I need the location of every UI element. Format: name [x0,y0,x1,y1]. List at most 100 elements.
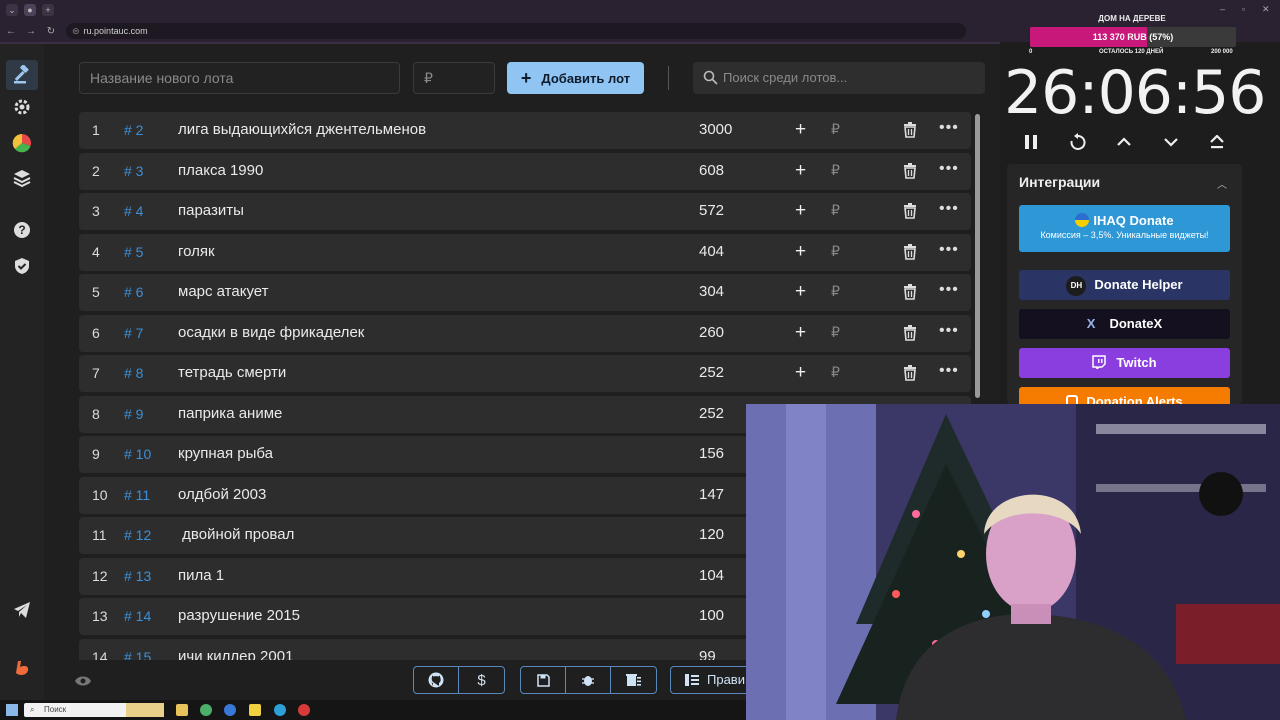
save-button[interactable] [521,667,566,693]
chrome-icon[interactable] [200,704,212,716]
back-arrow-icon[interactable]: ← [6,26,16,37]
browser-tab[interactable]: ● [24,4,36,16]
close-window-button[interactable]: ✕ [1262,4,1270,15]
lot-amount[interactable]: 404 [699,243,724,260]
lot-amount-input[interactable]: ₽ [413,62,495,94]
lot-name[interactable]: плакса 1990 [178,162,263,179]
lot-amount[interactable]: 572 [699,202,724,219]
new-tab-button[interactable]: + [42,4,54,16]
trash-icon[interactable] [903,284,917,300]
donatex-button[interactable]: X DonateX [1019,309,1230,339]
more-options-button[interactable]: ••• [939,119,959,137]
lot-name[interactable]: голяк [178,243,215,260]
reset-timer-button[interactable] [1066,130,1090,154]
decrease-time-button[interactable] [1159,130,1183,154]
lot-name[interactable]: осадки в виде фрикаделек [178,324,364,341]
add-amount-button[interactable]: + [795,282,806,301]
lot-amount[interactable]: 156 [699,445,724,462]
trash-icon[interactable] [903,203,917,219]
lot-name[interactable]: олдбой 2003 [178,486,266,503]
trash-icon[interactable] [903,243,917,260]
taskbar-search-input[interactable]: ⌕ Поиск [24,703,164,717]
add-lot-button[interactable]: + Добавить лот [507,62,644,94]
lot-list-scrollbar[interactable] [975,114,980,398]
add-amount-button[interactable]: + [795,323,806,342]
donation-alerts-button[interactable]: Donation Alerts [1019,387,1230,404]
lot-name[interactable]: паразиты [178,202,244,219]
lot-amount[interactable]: 304 [699,283,724,300]
ihaq-donate-button[interactable]: IHAQ Donate Комиссия – 3,5%. Уникальные … [1019,205,1230,252]
address-bar[interactable]: ⊜ ru.pointauc.com [66,23,966,39]
lot-name[interactable]: ичи киллер 2001 [178,648,293,661]
eye-icon[interactable] [74,675,92,687]
reload-icon[interactable]: ↻ [46,26,56,37]
sidebar-item-security[interactable] [12,256,32,276]
tab-list-button[interactable]: ⌄ [6,4,18,16]
lot-name[interactable]: тетрадь смерти [178,364,286,381]
lot-amount[interactable]: 608 [699,162,724,179]
lot-name-input[interactable]: Название нового лота [79,62,400,94]
pause-button[interactable] [1019,130,1043,154]
github-button[interactable] [414,667,459,693]
trash-icon[interactable] [903,324,917,341]
add-amount-button[interactable]: + [795,201,806,220]
donate-helper-button[interactable]: DH Donate Helper [1019,270,1230,300]
add-amount-button[interactable]: + [795,120,806,139]
lot-amount[interactable]: 252 [699,364,724,381]
more-options-button[interactable]: ••• [939,160,959,178]
lot-amount[interactable]: 3000 [699,121,732,138]
add-amount-button[interactable]: + [795,363,806,382]
add-amount-button[interactable]: + [795,242,806,261]
collapse-chevron-icon[interactable]: ︿ [1217,176,1227,191]
lot-name[interactable]: крупная рыба [178,445,273,462]
sidebar-item-settings[interactable] [12,97,32,117]
lot-amount[interactable]: 147 [699,486,724,503]
minimize-button[interactable]: – [1220,4,1225,14]
file-explorer-icon[interactable] [176,704,188,716]
forward-arrow-icon[interactable]: → [26,26,36,37]
lot-name[interactable]: лига выдающихйся джентельменов [178,121,426,138]
telegram-taskbar-icon[interactable] [274,704,286,716]
double-time-button[interactable] [1205,130,1229,154]
trash-icon[interactable] [903,365,917,381]
more-options-button[interactable]: ••• [939,281,959,299]
lot-name[interactable]: пила 1 [178,567,224,584]
lot-amount[interactable]: 99 [699,648,716,661]
sidebar-item-telegram[interactable] [12,600,32,620]
sidebar-item-wheel[interactable] [12,133,32,153]
donate-button[interactable]: $ [459,667,504,693]
more-options-button[interactable]: ••• [939,200,959,218]
obs-icon[interactable] [298,704,310,716]
sidebar-item-auction[interactable] [6,60,38,90]
lot-amount[interactable]: 104 [699,567,724,584]
trash-icon[interactable] [903,122,917,138]
lot-name[interactable]: двойной провал [178,526,294,543]
more-options-button[interactable]: ••• [939,241,959,259]
sidebar-item-boosty[interactable] [12,658,32,678]
sidebar-item-history[interactable] [12,168,32,188]
ihaq-icon [1075,213,1090,227]
lot-search-input[interactable]: Поиск среди лотов... [693,62,985,94]
increase-time-button[interactable] [1112,130,1136,154]
lot-amount[interactable]: 100 [699,607,724,624]
chrome-active-icon[interactable] [224,704,236,716]
lot-name[interactable]: разрушение 2015 [178,607,300,624]
app-icon[interactable] [249,704,261,716]
more-options-button[interactable]: ••• [939,362,959,380]
sidebar-item-help[interactable]: ? [12,220,32,240]
weather-widget-icon[interactable] [126,703,164,717]
lot-amount[interactable]: 120 [699,526,724,543]
add-amount-button[interactable]: + [795,161,806,180]
maximize-button[interactable]: ▫ [1242,4,1245,14]
site-info-icon[interactable]: ⊜ [72,26,80,36]
lot-name[interactable]: паприка аниме [178,405,282,422]
twitch-button[interactable]: Twitch [1019,348,1230,378]
clear-list-button[interactable] [611,667,656,693]
lot-name[interactable]: марс атакует [178,283,269,300]
lot-amount[interactable]: 260 [699,324,724,341]
report-bug-button[interactable] [566,667,611,693]
start-icon[interactable] [6,704,18,716]
trash-icon[interactable] [903,162,917,179]
lot-amount[interactable]: 252 [699,405,724,422]
more-options-button[interactable]: ••• [939,322,959,340]
